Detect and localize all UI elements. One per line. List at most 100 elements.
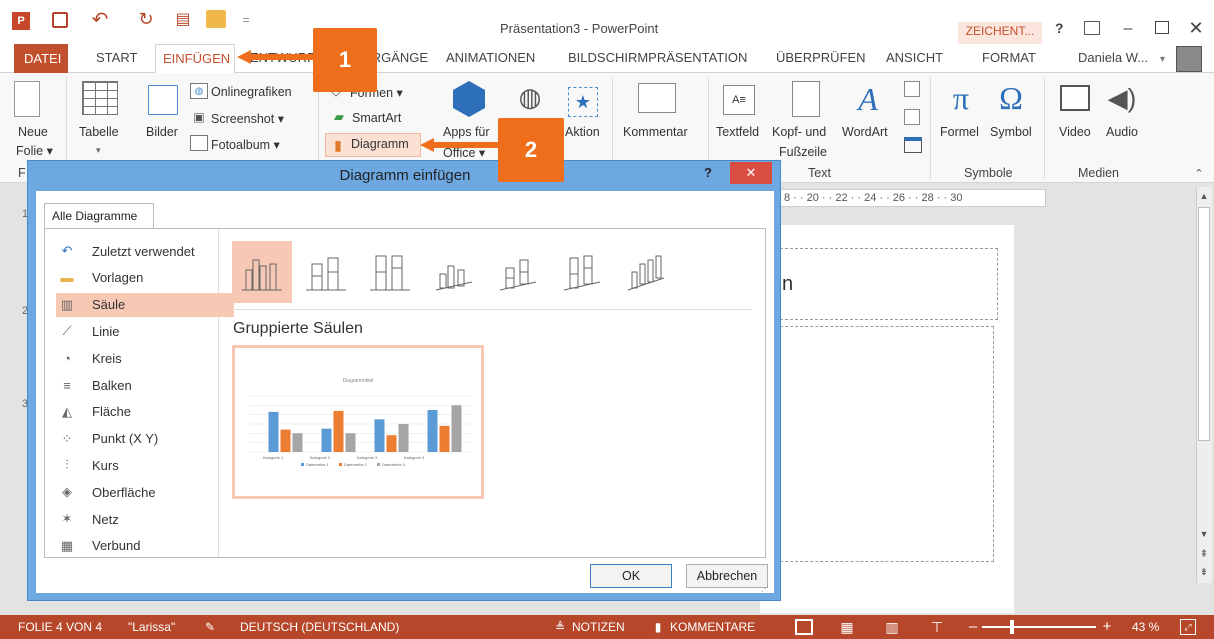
slideshow-icon[interactable]: ⊤: [928, 619, 946, 635]
screenshot-icon[interactable]: ▣: [190, 109, 208, 125]
fit-to-window-icon[interactable]: ⤢: [1180, 619, 1196, 635]
open-folder-icon[interactable]: [206, 10, 226, 28]
cancel-button[interactable]: Abbrechen: [686, 564, 768, 588]
scroll-up-icon[interactable]: ▲: [1197, 189, 1211, 203]
redo-icon[interactable]: ↻: [136, 8, 156, 30]
chart-preview[interactable]: Diagrammtitel Kategorie 1 Kategorie 2 Ka…: [232, 345, 484, 499]
action-label[interactable]: Aktion: [565, 125, 600, 139]
collapse-ribbon-icon[interactable]: ⌃: [1192, 167, 1206, 180]
header-footer-label[interactable]: Kopf- und: [772, 125, 826, 139]
zoom-slider[interactable]: [982, 626, 1096, 628]
tab-alle-diagramme[interactable]: Alle Diagramme: [44, 203, 154, 229]
slide-number-icon[interactable]: [904, 109, 920, 125]
new-slide-label-2[interactable]: Folie ▾: [16, 143, 53, 158]
presentation-start-icon[interactable]: ▤: [172, 8, 194, 30]
subtype-3d-100-stacked-column[interactable]: [552, 241, 612, 303]
resize-grip-icon[interactable]: ⋰: [760, 583, 770, 593]
subtype-100-stacked-column[interactable]: [360, 241, 420, 303]
textbox-label[interactable]: Textfeld: [716, 125, 759, 139]
subtype-3d-column[interactable]: [616, 241, 676, 303]
tab-start[interactable]: START: [96, 50, 137, 65]
photo-album-label[interactable]: Fotoalbum ▾: [211, 137, 280, 152]
audio-icon[interactable]: ◀): [1104, 81, 1140, 115]
tab-einfuegen[interactable]: EINFÜGEN: [155, 44, 235, 74]
equation-icon[interactable]: π: [944, 79, 978, 117]
zoom-out-icon[interactable]: –: [966, 618, 980, 635]
maximize-icon[interactable]: [1155, 21, 1169, 34]
symbol-icon[interactable]: Ω: [994, 79, 1028, 117]
ribbon-display-icon[interactable]: [1084, 21, 1100, 35]
link-icon[interactable]: ◍: [515, 81, 545, 113]
online-pictures-icon[interactable]: ◍: [190, 83, 208, 99]
normal-view-icon[interactable]: [795, 619, 813, 635]
tab-animationen[interactable]: ANIMATIONEN: [446, 50, 535, 65]
category-item[interactable]: ▥ Säule: [56, 292, 234, 317]
category-item[interactable]: ↶ Zuletzt verwendet: [56, 239, 234, 263]
table-icon[interactable]: [82, 81, 118, 115]
next-slide-icon[interactable]: ⇟: [1197, 565, 1211, 579]
content-placeholder[interactable]: [770, 326, 994, 562]
category-item[interactable]: ▬ Vorlagen: [56, 266, 234, 290]
category-item[interactable]: ◔ Kreis: [56, 346, 234, 370]
spellcheck-icon[interactable]: ✎: [202, 619, 218, 635]
table-dropdown[interactable]: ▾: [96, 145, 101, 156]
comment-label[interactable]: Kommentar: [623, 125, 688, 139]
smartart-icon[interactable]: ▰: [330, 109, 348, 125]
subtype-clustered-column[interactable]: [232, 241, 292, 303]
subtype-3d-clustered-column[interactable]: [424, 241, 484, 303]
avatar[interactable]: [1176, 46, 1202, 72]
pictures-icon[interactable]: [148, 85, 178, 115]
online-pictures-label[interactable]: Onlinegrafiken: [211, 85, 292, 99]
title-placeholder[interactable]: [770, 248, 998, 320]
video-icon[interactable]: [1060, 85, 1090, 111]
tab-format[interactable]: FORMAT: [982, 50, 1036, 65]
customize-toolbar-icon[interactable]: =: [240, 10, 252, 30]
minimize-icon[interactable]: –: [1120, 20, 1136, 37]
comments-button[interactable]: KOMMENTARE: [670, 620, 755, 634]
category-item[interactable]: ⁘ Punkt (X Y): [56, 427, 234, 451]
scroll-down-icon[interactable]: ▼: [1197, 527, 1211, 541]
tab-bildschirmpraesentation[interactable]: BILDSCHIRMPRÄSENTATION: [568, 50, 747, 65]
object-icon[interactable]: [904, 137, 922, 153]
apps-label[interactable]: Apps für: [443, 125, 490, 139]
action-icon[interactable]: ★: [568, 87, 598, 117]
user-name[interactable]: Daniela W...: [1078, 50, 1148, 65]
dialog-help-button[interactable]: ?: [704, 165, 712, 180]
category-item[interactable]: ◭ Fläche: [56, 400, 234, 424]
help-button[interactable]: ?: [1055, 20, 1064, 36]
new-slide-icon[interactable]: [14, 81, 40, 117]
category-item[interactable]: ⫶ Kurs: [56, 453, 234, 477]
comment-icon[interactable]: [638, 83, 676, 113]
close-icon[interactable]: ✕: [1186, 18, 1206, 38]
symbol-label[interactable]: Symbol: [990, 125, 1032, 139]
zoom-in-icon[interactable]: +: [1100, 618, 1114, 635]
tab-datei[interactable]: DATEI: [14, 44, 68, 73]
audio-label[interactable]: Audio: [1106, 125, 1138, 139]
textbox-icon[interactable]: A≡: [723, 85, 755, 115]
video-label[interactable]: Video: [1059, 125, 1091, 139]
category-item[interactable]: ◈ Oberfläche: [56, 480, 234, 504]
reading-view-icon[interactable]: ▥: [883, 619, 901, 635]
user-dropdown[interactable]: ▾: [1160, 54, 1165, 65]
dialog-close-button[interactable]: ✕: [730, 162, 772, 184]
wordart-label[interactable]: WordArt: [842, 125, 888, 139]
header-footer-icon[interactable]: [792, 81, 820, 117]
undo-icon[interactable]: ↶: [88, 8, 112, 31]
smartart-label[interactable]: SmartArt: [352, 111, 401, 125]
category-item[interactable]: ≡ Balken: [56, 373, 234, 397]
header-footer-label-2[interactable]: Fußzeile: [779, 145, 827, 159]
tab-ansicht[interactable]: ANSICHT: [886, 50, 943, 65]
equation-label[interactable]: Formel: [940, 125, 979, 139]
table-label[interactable]: Tabelle: [79, 125, 119, 139]
notes-button[interactable]: NOTIZEN: [572, 620, 625, 634]
previous-slide-icon[interactable]: ⇞: [1197, 547, 1211, 561]
subtype-3d-stacked-column[interactable]: [488, 241, 548, 303]
pictures-label[interactable]: Bilder: [146, 125, 178, 139]
category-item[interactable]: ⟋ Linie: [56, 319, 234, 343]
date-time-icon[interactable]: [904, 81, 920, 97]
new-slide-label[interactable]: Neue: [18, 125, 48, 139]
ok-button[interactable]: OK: [590, 564, 672, 588]
category-item[interactable]: ▦ Verbund: [56, 534, 234, 558]
tab-ueberpruefen[interactable]: ÜBERPRÜFEN: [776, 50, 866, 65]
save-icon[interactable]: [52, 12, 68, 28]
